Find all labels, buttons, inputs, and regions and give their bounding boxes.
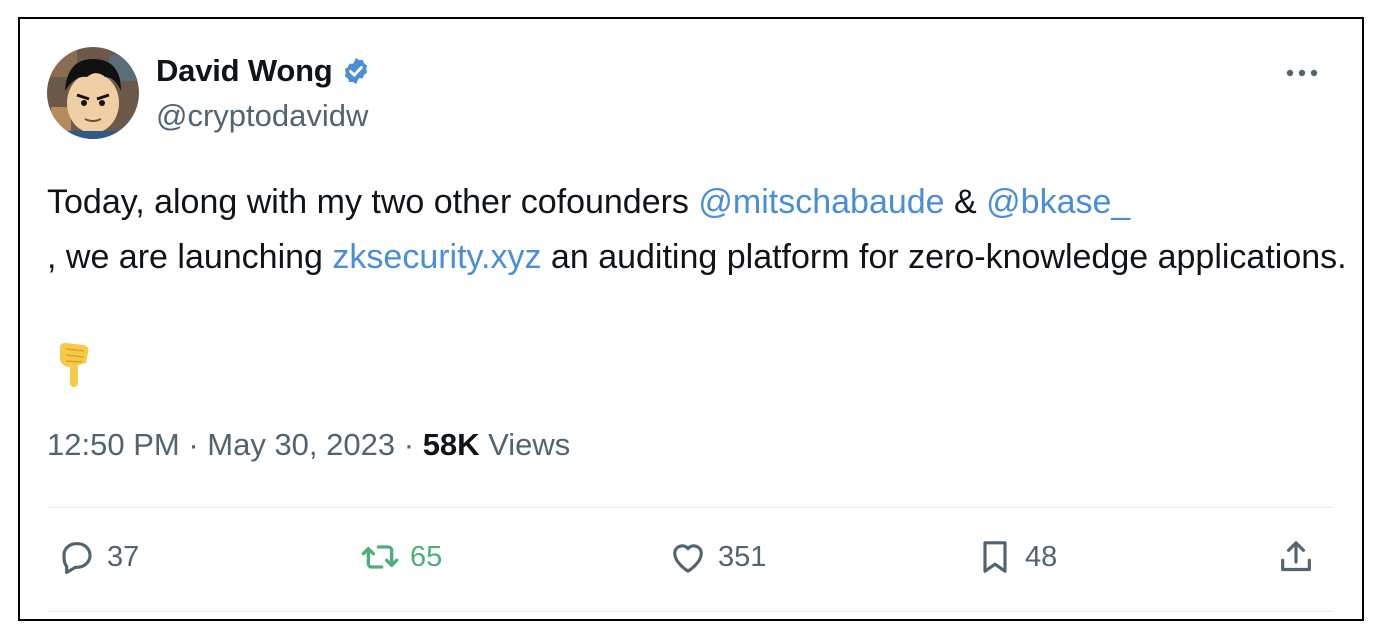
tweet-date[interactable]: May 30, 2023 [207, 427, 395, 462]
share-icon [1281, 541, 1311, 572]
avatar-illustration [47, 47, 139, 139]
retweet-icon [361, 545, 399, 569]
avatar[interactable] [47, 47, 139, 139]
reply-button[interactable]: 37 [57, 537, 139, 577]
views-count[interactable]: 58K [423, 427, 480, 462]
bookmark-icon [983, 541, 1007, 573]
divider [47, 611, 1332, 612]
tweet-text-segment: Today, along with my two other cofounder… [47, 183, 699, 221]
reply-icon [62, 542, 92, 574]
tweet-text-segment: an auditing platform for zero-knowledge … [541, 238, 1347, 276]
author-name-row: David Wong [156, 53, 371, 89]
mention-link[interactable]: @mitschabaude [698, 183, 944, 221]
divider [47, 507, 1332, 508]
tweet-time[interactable]: 12:50 PM [47, 427, 180, 462]
bookmark-count: 48 [1025, 540, 1058, 573]
share-button[interactable] [1276, 537, 1326, 577]
reply-count: 37 [107, 540, 140, 573]
tweet-meta: 12:50 PM · May 30, 2023 · 58K Views [47, 427, 570, 463]
tweet-text-segment: & [944, 183, 987, 221]
retweet-count: 65 [410, 540, 443, 573]
tweet-text-segment: , we are launching [47, 238, 333, 276]
url-link[interactable]: zksecurity.xyz [332, 238, 541, 276]
verified-badge-icon [344, 57, 367, 85]
tweet-card: David Wong @cryptodavidw Today, along wi… [18, 17, 1364, 621]
like-count: 351 [718, 540, 767, 573]
tweet-text: Today, along with my two other cofounder… [47, 175, 1347, 285]
views-label: Views [479, 427, 571, 462]
pointing-down-emoji-icon [60, 343, 89, 387]
author-display-name[interactable]: David Wong [156, 53, 333, 89]
author-handle[interactable]: @cryptodavidw [156, 98, 368, 134]
mention-link[interactable]: @bkase_ [986, 183, 1130, 221]
heart-icon [673, 544, 703, 573]
more-options-icon[interactable] [1284, 67, 1320, 79]
like-button[interactable]: 351 [668, 537, 766, 577]
retweet-button[interactable]: 65 [360, 537, 442, 577]
meta-separator: · [179, 427, 208, 462]
bookmark-button[interactable]: 48 [975, 537, 1057, 577]
meta-separator: · [395, 427, 423, 462]
